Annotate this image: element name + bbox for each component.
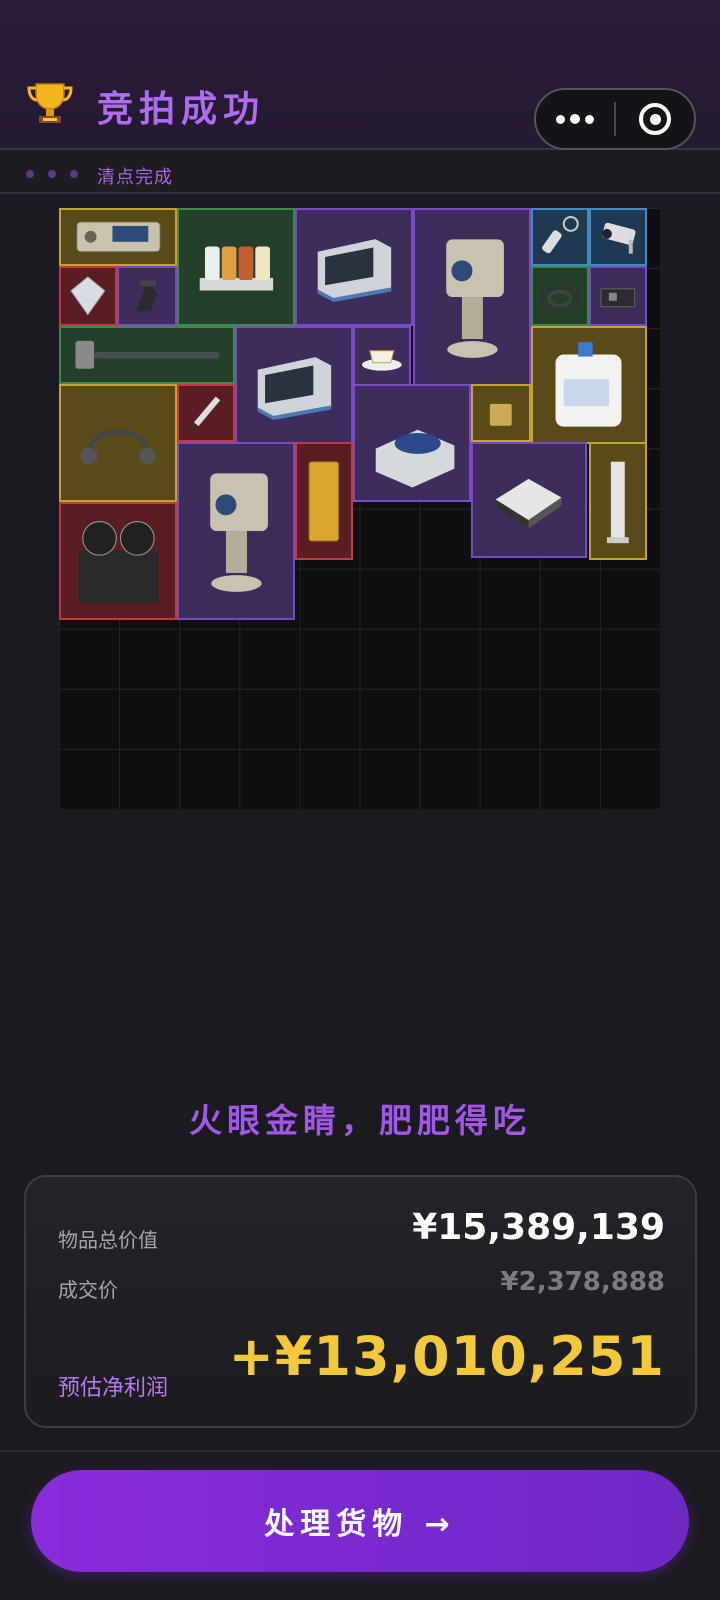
target-icon[interactable] <box>616 90 694 148</box>
profit-value: +¥13,010,251 <box>228 1325 665 1388</box>
item-water-jug[interactable] <box>531 326 647 444</box>
item-centrifuge[interactable] <box>353 384 471 502</box>
status-label: 清点完成 <box>97 167 173 188</box>
item-flashlight-keychain[interactable] <box>531 208 589 266</box>
progress-dot <box>70 170 78 178</box>
item-diamond[interactable] <box>59 266 117 326</box>
trophy-icon <box>26 80 74 126</box>
slogan: 火眼金睛，肥肥得吃 <box>189 1101 531 1140</box>
app-root: 竞拍成功 清点完成 火眼金睛，肥肥得吃 物品总价值 ¥15,389,139 成交… <box>0 0 720 1600</box>
process-goods-label: 处理货物 → <box>264 1507 456 1542</box>
profit-label: 预估净利润 <box>58 1376 169 1401</box>
item-incubator-2[interactable] <box>235 326 353 444</box>
page-title: 竞拍成功 <box>97 89 266 130</box>
item-camera-turret[interactable] <box>413 208 531 386</box>
item-teacup[interactable] <box>353 326 411 386</box>
inventory-grid <box>59 208 660 809</box>
item-headset[interactable] <box>59 384 177 502</box>
progress-dot <box>26 170 34 178</box>
mini-program-capsule <box>534 88 696 150</box>
item-spice-rack[interactable] <box>177 208 295 326</box>
total-value: ¥15,389,139 <box>412 1207 665 1248</box>
more-dots-icon[interactable] <box>536 90 614 148</box>
header: 竞拍成功 <box>0 0 720 150</box>
total-value-label: 物品总价值 <box>58 1228 158 1252</box>
item-hard-drive[interactable] <box>471 442 587 558</box>
item-lighter[interactable] <box>471 384 531 442</box>
item-fountain-pen[interactable] <box>177 384 235 442</box>
item-security-camera[interactable] <box>589 208 647 266</box>
item-cable-coil[interactable] <box>531 266 589 326</box>
progress-dot <box>48 170 56 178</box>
item-incubator[interactable] <box>295 208 413 326</box>
summary-card: 物品总价值 ¥15,389,139 成交价 ¥2,378,888 预估净利润 +… <box>24 1175 697 1428</box>
item-gold-bar[interactable] <box>295 442 353 560</box>
item-signal-device[interactable] <box>59 208 177 266</box>
item-column-lamp[interactable] <box>589 442 647 560</box>
item-tripod-mount[interactable] <box>117 266 177 326</box>
item-circuit-board[interactable] <box>589 266 647 326</box>
deal-price-label: 成交价 <box>58 1278 118 1302</box>
deal-price-value: ¥2,378,888 <box>500 1267 665 1297</box>
item-tape-recorder[interactable] <box>59 502 177 620</box>
item-sledgehammer[interactable] <box>59 326 235 384</box>
process-goods-button[interactable]: 处理货物 → <box>31 1470 689 1572</box>
item-camera-turret-2[interactable] <box>177 442 295 620</box>
